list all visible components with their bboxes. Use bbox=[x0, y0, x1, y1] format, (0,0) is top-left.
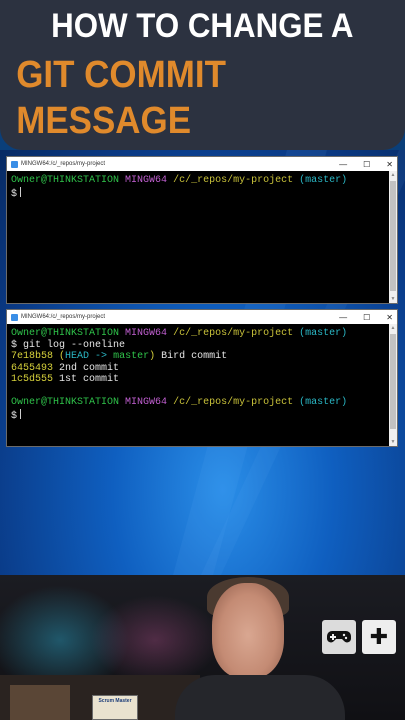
scroll-thumb[interactable] bbox=[390, 181, 396, 291]
text-cursor bbox=[20, 408, 22, 419]
window-titlebar[interactable]: MINGW64:/c/_repos/my-project — ☐ ✕ bbox=[7, 157, 397, 171]
prompt-dollar: $ bbox=[11, 410, 18, 422]
scroll-up-icon[interactable]: ▲ bbox=[389, 324, 397, 332]
prompt-shell: MINGW64 bbox=[125, 328, 168, 339]
background-light bbox=[90, 595, 220, 685]
commit-message: 1st commit bbox=[59, 374, 120, 385]
scroll-thumb[interactable] bbox=[390, 334, 396, 429]
prompt-user: Owner@THINKSTATION bbox=[11, 175, 120, 186]
close-button[interactable]: ✕ bbox=[386, 160, 393, 169]
git-bash-icon bbox=[11, 313, 18, 321]
terminal-output[interactable]: Owner@THINKSTATION MINGW64 /c/_repos/my-… bbox=[7, 171, 397, 204]
scrollbar[interactable]: ▲ ▼ bbox=[389, 171, 397, 303]
command-line: $ git log --oneline bbox=[11, 339, 126, 351]
webcam-feed: Scrum Master ✚ bbox=[0, 575, 405, 720]
prompt-user: Owner@THINKSTATION bbox=[11, 328, 120, 339]
sign-text: Scrum Master bbox=[98, 698, 132, 704]
text-cursor bbox=[20, 186, 22, 197]
prompt-branch: (master) bbox=[299, 397, 348, 408]
commit-hash: 1c5d555 bbox=[11, 374, 54, 385]
scrollbar[interactable]: ▲ ▼ bbox=[389, 324, 397, 446]
commit-message: 2nd commit bbox=[59, 362, 120, 374]
branch-ref: master bbox=[113, 351, 150, 362]
minimize-button[interactable]: — bbox=[339, 160, 347, 169]
prompt-shell: MINGW64 bbox=[125, 397, 168, 408]
gamepad-icon bbox=[322, 620, 356, 654]
book-stack bbox=[10, 685, 70, 720]
git-bash-icon bbox=[11, 160, 18, 168]
window-title: MINGW64:/c/_repos/my-project bbox=[21, 161, 106, 167]
commit-hash: 7e18b58 bbox=[11, 351, 54, 362]
terminal-output[interactable]: Owner@THINKSTATION MINGW64 /c/_repos/my-… bbox=[7, 324, 397, 426]
scroll-down-icon[interactable]: ▼ bbox=[389, 438, 397, 446]
prompt-branch: (master) bbox=[299, 175, 348, 186]
presenter-face bbox=[212, 583, 284, 678]
prompt-branch: (master) bbox=[299, 328, 348, 339]
terminal-window-1[interactable]: MINGW64:/c/_repos/my-project — ☐ ✕ Owner… bbox=[6, 156, 398, 304]
window-title: MINGW64:/c/_repos/my-project bbox=[21, 314, 106, 320]
prompt-shell: MINGW64 bbox=[125, 175, 168, 186]
window-titlebar[interactable]: MINGW64:/c/_repos/my-project — ☐ ✕ bbox=[7, 310, 397, 324]
presenter-shirt bbox=[175, 675, 345, 720]
prompt-dollar: $ bbox=[11, 188, 18, 200]
minimize-button[interactable]: — bbox=[339, 313, 347, 322]
terminal-window-2[interactable]: MINGW64:/c/_repos/my-project — ☐ ✕ Owner… bbox=[6, 309, 398, 447]
head-ref: HEAD -> bbox=[65, 351, 108, 362]
windows-desktop: MINGW64:/c/_repos/my-project — ☐ ✕ Owner… bbox=[0, 150, 405, 575]
prompt-path: /c/_repos/my-project bbox=[173, 397, 294, 408]
prompt-user: Owner@THINKSTATION bbox=[11, 397, 120, 408]
title-line-2: GIT COMMIT MESSAGE bbox=[16, 54, 226, 142]
maximize-button[interactable]: ☐ bbox=[363, 160, 370, 169]
title-banner: HOW TO CHANGE A GIT COMMIT MESSAGE bbox=[0, 0, 405, 150]
prompt-path: /c/_repos/my-project bbox=[173, 175, 294, 186]
prompt-path: /c/_repos/my-project bbox=[173, 328, 294, 339]
scroll-down-icon[interactable]: ▼ bbox=[389, 295, 397, 303]
scroll-up-icon[interactable]: ▲ bbox=[389, 171, 397, 179]
maximize-button[interactable]: ☐ bbox=[363, 313, 370, 322]
ref-close: ) bbox=[149, 351, 156, 362]
close-button[interactable]: ✕ bbox=[386, 313, 393, 322]
title-line-1: HOW TO CHANGE A bbox=[51, 7, 354, 45]
plus-icon: ✚ bbox=[362, 620, 396, 654]
commit-hash: 6455493 bbox=[11, 362, 54, 374]
commit-message: Bird commit bbox=[161, 351, 228, 362]
scrum-master-sign: Scrum Master bbox=[92, 695, 138, 720]
